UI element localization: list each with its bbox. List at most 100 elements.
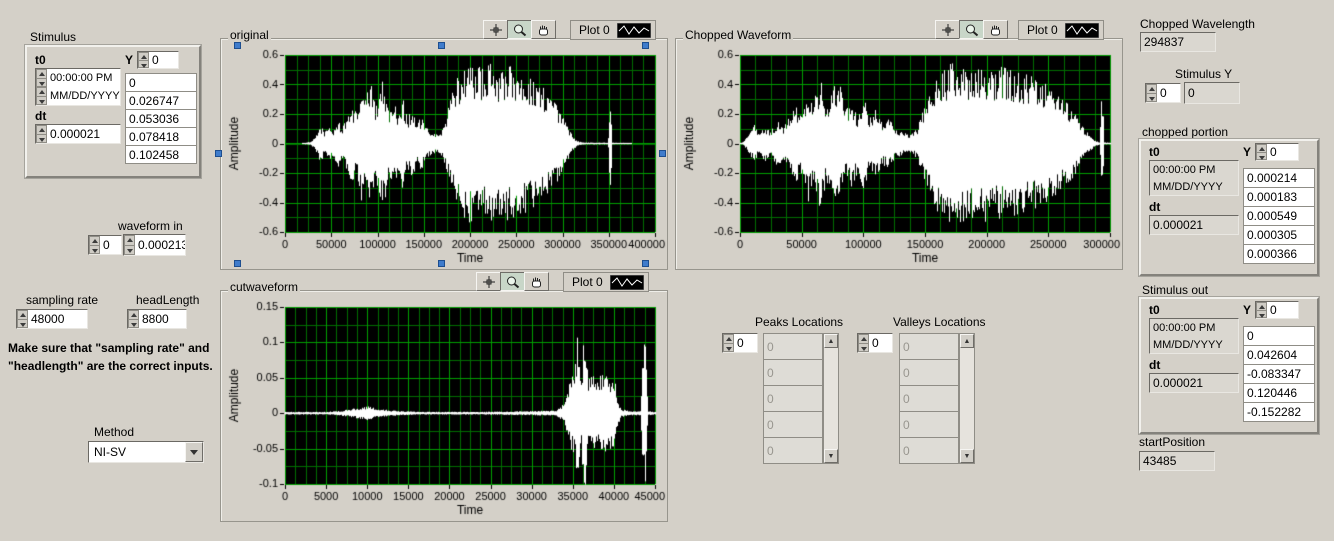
t0-timestamp-control[interactable]: 00:00:00 PM MM/DD/YYYY — [35, 68, 121, 106]
y-array-label: Y — [1243, 145, 1251, 159]
y-array-cell: 0.042604 — [1243, 345, 1315, 365]
selection-handle[interactable] — [642, 260, 649, 267]
dt-stepper[interactable] — [36, 125, 47, 143]
t0-time-stepper[interactable] — [36, 69, 47, 87]
scroll-up-button[interactable]: ▲ — [824, 334, 838, 348]
waveform-in-index-value[interactable]: 0 — [100, 236, 121, 254]
peaks-scrollbar[interactable]: ▲ ▼ — [823, 333, 839, 464]
selection-handle[interactable] — [438, 42, 445, 49]
cut-plot-legend[interactable]: Plot 0 — [563, 272, 649, 292]
t0-label: t0 — [1149, 145, 1160, 159]
selection-handle[interactable] — [438, 260, 445, 267]
note-line-1: Make sure that "sampling rate" and — [8, 339, 213, 357]
dt-value[interactable]: 0.000021 — [47, 125, 120, 143]
y-index-stepper[interactable]: 0 — [137, 51, 179, 69]
stimulus-y-index-value[interactable]: 0 — [1157, 84, 1180, 102]
plot-line-style-icon — [610, 275, 644, 290]
t0-time-value[interactable]: 00:00:00 PM — [47, 69, 120, 87]
t0-label: t0 — [1149, 303, 1160, 317]
y-array-cell[interactable]: 0.026747 — [125, 91, 197, 110]
valleys-index-arrows[interactable] — [858, 334, 869, 352]
peaks-array-cell: 0 — [763, 333, 823, 360]
chopped-plot-legend[interactable]: Plot 0 — [1018, 20, 1104, 40]
peaks-index-stepper[interactable]: 0 — [722, 333, 758, 353]
valleys-index-stepper[interactable]: 0 — [857, 333, 893, 353]
selection-handle[interactable] — [234, 42, 241, 49]
crosshair-icon — [481, 275, 497, 289]
scroll-down-button[interactable]: ▼ — [824, 449, 838, 463]
y-index-stepper[interactable]: 0 — [1255, 301, 1299, 319]
plot-legend-label: Plot 0 — [579, 23, 610, 37]
selection-handle[interactable] — [642, 42, 649, 49]
y-index-value[interactable]: 0 — [149, 52, 178, 68]
zoom-tool-button[interactable] — [959, 20, 984, 39]
original-plot-legend[interactable]: Plot 0 — [570, 20, 656, 40]
selection-handle[interactable] — [215, 150, 222, 157]
peaks-index-arrows[interactable] — [723, 334, 734, 352]
waveform-in-value[interactable]: 0.000213 — [135, 235, 185, 255]
plot-legend-label: Plot 0 — [572, 275, 603, 289]
scroll-up-button[interactable]: ▲ — [960, 334, 974, 348]
crosshair-tool-button[interactable] — [935, 20, 960, 39]
t0-date-stepper[interactable] — [36, 87, 47, 105]
waveform-in-label: waveform in — [118, 219, 183, 233]
waveform-in-index-arrows[interactable] — [89, 236, 100, 254]
chopped-waveform-canvas[interactable] — [677, 40, 1121, 268]
y-index-arrows[interactable] — [138, 52, 149, 68]
headlength-arrows[interactable] — [128, 310, 139, 328]
sampling-rate-input[interactable]: 48000 — [16, 309, 88, 329]
zoom-tool-button[interactable] — [500, 272, 525, 291]
y-index-value[interactable]: 0 — [1267, 144, 1298, 160]
y-array-cell: 0.000305 — [1243, 225, 1315, 245]
pan-tool-button[interactable] — [983, 20, 1008, 39]
original-graph-canvas[interactable] — [222, 40, 666, 268]
stimulus-y-index-arrows[interactable] — [1146, 84, 1157, 102]
cutwaveform-canvas[interactable] — [222, 292, 666, 520]
y-array-cell[interactable]: 0.053036 — [125, 109, 197, 128]
valleys-array-cell: 0 — [899, 385, 959, 412]
crosshair-tool-button[interactable] — [476, 272, 501, 291]
hand-icon — [529, 275, 545, 289]
pan-tool-button[interactable] — [524, 272, 549, 291]
waveform-in-index[interactable]: 0 — [88, 235, 122, 255]
y-array-cell[interactable]: 0.102458 — [125, 145, 197, 164]
selection-handle[interactable] — [234, 260, 241, 267]
headlength-value[interactable]: 8800 — [139, 310, 186, 328]
peaks-locations-label: Peaks Locations — [755, 315, 843, 329]
pan-tool-button[interactable] — [531, 20, 556, 39]
peaks-index-value[interactable]: 0 — [734, 334, 757, 352]
y-index-arrows[interactable] — [1256, 302, 1267, 318]
y-array-cell[interactable]: 0.078418 — [125, 127, 197, 146]
valleys-scrollbar[interactable]: ▲ ▼ — [959, 333, 975, 464]
t0-label: t0 — [35, 53, 46, 67]
y-index-arrows[interactable] — [1256, 144, 1267, 160]
waveform-in-value-arrows[interactable] — [124, 235, 135, 255]
y-array-cell: -0.152282 — [1243, 402, 1315, 422]
y-array-cell: -0.083347 — [1243, 364, 1315, 384]
valleys-array-cell: 0 — [899, 359, 959, 386]
dt-control[interactable]: 0.000021 — [35, 124, 121, 144]
y-index-value[interactable]: 0 — [1267, 302, 1298, 318]
t0-date-value[interactable]: MM/DD/YYYY — [47, 87, 120, 105]
headlength-input[interactable]: 8800 — [127, 309, 187, 329]
crosshair-icon — [488, 23, 504, 37]
sampling-rate-value[interactable]: 48000 — [28, 310, 87, 328]
y-array-cell[interactable]: 0 — [125, 73, 197, 92]
method-dropdown-button[interactable] — [185, 442, 203, 462]
crosshair-tool-button[interactable] — [483, 20, 508, 39]
dt-label: dt — [1149, 358, 1160, 372]
waveform-in-value-control[interactable]: 0.000213 — [123, 234, 186, 256]
sampling-rate-arrows[interactable] — [17, 310, 28, 328]
peaks-array-cell: 0 — [763, 385, 823, 412]
zoom-tool-button[interactable] — [507, 20, 532, 39]
method-value[interactable]: NI-SV — [89, 442, 185, 462]
scroll-down-button[interactable]: ▼ — [960, 449, 974, 463]
y-array-label: Y — [1243, 303, 1251, 317]
valleys-index-value[interactable]: 0 — [869, 334, 892, 352]
y-index-stepper[interactable]: 0 — [1255, 143, 1299, 161]
stimulus-y-index-stepper[interactable]: 0 — [1145, 83, 1181, 103]
selection-handle[interactable] — [659, 150, 666, 157]
crosshair-icon — [940, 23, 956, 37]
method-dropdown[interactable]: NI-SV — [88, 441, 204, 463]
chopped-wavelength-indicator: 294837 — [1140, 32, 1216, 52]
